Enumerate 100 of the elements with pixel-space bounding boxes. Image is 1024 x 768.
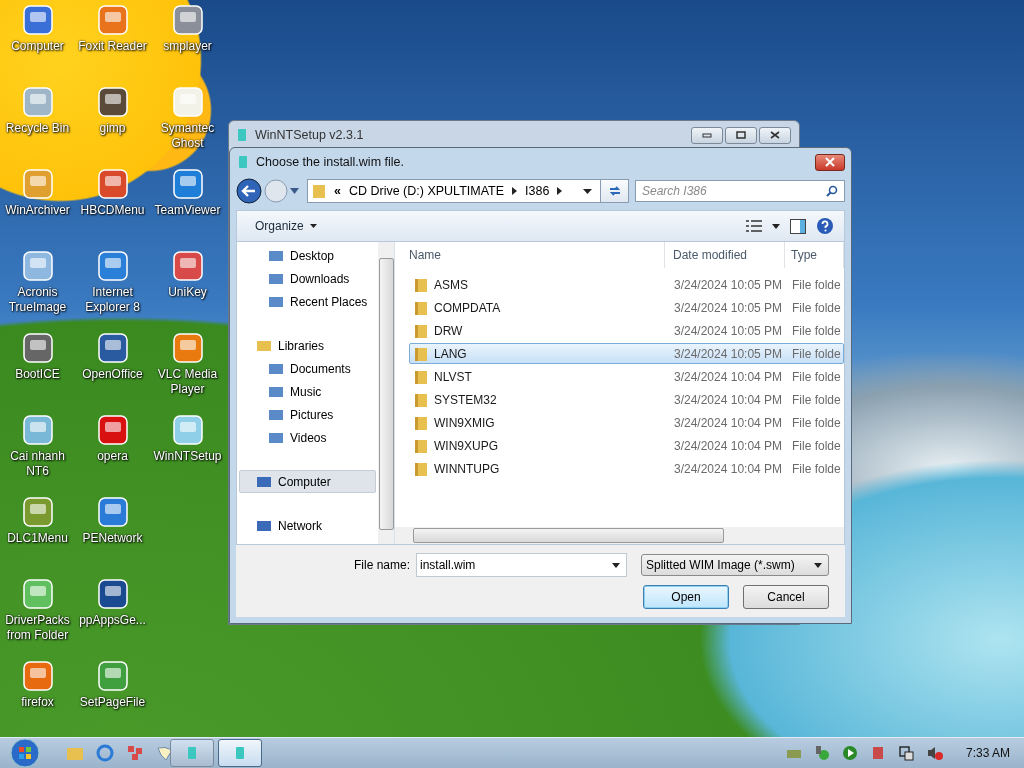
nav-item[interactable]: Pictures <box>239 403 376 426</box>
app-icon[interactable] <box>171 250 204 282</box>
refresh-button[interactable] <box>600 180 628 202</box>
file-row[interactable]: COMPDATA 3/24/2024 10:05 PM File folde <box>409 297 844 318</box>
file-row[interactable]: WIN9XUPG 3/24/2024 10:04 PM File folde <box>409 435 844 456</box>
maximize-button[interactable] <box>725 126 757 144</box>
file-row[interactable]: SYSTEM32 3/24/2024 10:04 PM File folde <box>409 389 844 410</box>
desktop-icon-label[interactable]: HBCDMenu <box>80 203 145 218</box>
app-icon[interactable] <box>171 414 204 446</box>
app-icon[interactable] <box>96 660 129 692</box>
app-icon[interactable] <box>96 578 129 610</box>
app-icon[interactable] <box>21 414 54 446</box>
nav-item[interactable]: Downloads <box>239 267 376 290</box>
speaker-muted-icon[interactable] <box>925 745 944 761</box>
desktop-icon-label[interactable]: WinNTSetup <box>153 449 222 464</box>
breadcrumb-arrow-icon[interactable] <box>557 187 563 195</box>
caret-icon <box>309 224 317 228</box>
taskbar-window-button[interactable] <box>218 739 262 767</box>
network-icon[interactable] <box>897 745 914 761</box>
horizontal-scrollbar[interactable] <box>395 527 844 544</box>
file-row[interactable]: DRW 3/24/2024 10:05 PM File folde <box>409 320 844 341</box>
desktop-icon-label[interactable]: DriverPacks from Folder <box>0 613 75 643</box>
help-icon[interactable] <box>816 217 834 235</box>
app-icon[interactable] <box>21 4 54 36</box>
clock[interactable]: 7:33 AM <box>965 746 1010 760</box>
app-icon[interactable] <box>21 250 54 282</box>
file-row[interactable]: WIN9XMIG 3/24/2024 10:04 PM File folde <box>409 412 844 433</box>
nav-item[interactable]: Libraries <box>239 334 376 357</box>
taskbar-window-button[interactable] <box>170 739 214 767</box>
minimize-icon <box>702 132 712 138</box>
app-icon[interactable] <box>21 578 54 610</box>
preview-pane-icon[interactable] <box>790 218 806 234</box>
folder-icon <box>414 299 428 316</box>
nav-item[interactable]: Videos <box>239 426 376 449</box>
play-icon[interactable] <box>841 745 858 761</box>
search-field[interactable]: Search I386 <box>635 180 845 202</box>
folder-icon <box>414 460 428 477</box>
folder-icon <box>312 183 326 199</box>
vertical-scrollbar[interactable] <box>378 242 394 544</box>
dropdown-caret-icon[interactable] <box>583 188 592 194</box>
app-icon[interactable] <box>21 496 54 528</box>
nav-item[interactable]: Documents <box>239 357 376 380</box>
column-header[interactable]: Type <box>785 242 844 268</box>
desktop-icon-label[interactable]: WinArchiver <box>5 203 70 218</box>
desktop-icon-label[interactable]: Acronis TrueImage <box>0 285 75 315</box>
dialog-button[interactable]: Open <box>643 585 729 609</box>
desktop-icon-label[interactable]: firefox <box>21 695 54 710</box>
app-icon[interactable] <box>21 660 54 692</box>
app-icon[interactable] <box>96 250 129 282</box>
desktop-icon-label[interactable]: UniKey <box>168 285 207 300</box>
desktop-icon-label[interactable]: BootICE <box>15 367 60 382</box>
column-header[interactable]: Name <box>409 242 665 268</box>
desktop-icon-label[interactable]: opera <box>97 449 128 464</box>
nav-item[interactable]: Network <box>239 514 376 537</box>
desktop-icon-label[interactable]: DLC1Menu <box>7 531 68 546</box>
desktop-icon-label[interactable]: PENetwork <box>82 531 143 546</box>
dropdown-caret-icon[interactable] <box>772 223 780 229</box>
breadcrumb-item[interactable]: CD Drive (D:) XPULTIMATE <box>348 184 505 198</box>
app-icon[interactable] <box>96 168 129 200</box>
file-row[interactable]: WINNTUPG 3/24/2024 10:04 PM File folde <box>409 458 844 479</box>
view-list-icon[interactable] <box>746 220 762 232</box>
address-bar[interactable]: « CD Drive (D:) XPULTIMATE I386 <box>307 179 629 203</box>
dialog-button[interactable]: Cancel <box>743 585 829 609</box>
browser-icon[interactable] <box>96 744 114 762</box>
app-icon[interactable] <box>171 4 204 36</box>
app-icon[interactable] <box>96 496 129 528</box>
nav-item[interactable]: Desktop <box>239 244 376 267</box>
desktop-icon-label[interactable]: Internet Explorer 8 <box>75 285 150 315</box>
minimize-button[interactable] <box>691 126 723 144</box>
app-icon[interactable] <box>21 332 54 364</box>
start-button[interactable] <box>8 738 42 768</box>
file-name-field[interactable]: install.wim <box>416 553 627 577</box>
app-icon[interactable] <box>96 332 129 364</box>
desktop-icon-label[interactable]: Cai nhanh NT6 <box>0 449 75 479</box>
date-cell-text: 3/24/2024 10:04 PM <box>673 461 784 476</box>
nav-item[interactable]: Music <box>239 380 376 403</box>
nav-item[interactable]: Recent Places <box>239 290 376 313</box>
desktop-icon-label[interactable]: TeamViewer <box>154 203 221 218</box>
file-type-dropdown[interactable]: Splitted WIM Image (*.swm) <box>641 554 829 576</box>
app-icon[interactable] <box>171 332 204 364</box>
app-icon[interactable] <box>21 168 54 200</box>
file-row[interactable]: NLVST 3/24/2024 10:04 PM File folde <box>409 366 844 387</box>
desktop-icon-label[interactable]: VLC Media Player <box>150 367 225 397</box>
desktop-icon-label[interactable]: OpenOffice <box>82 367 143 382</box>
desktop-icon-label[interactable]: ppAppsGe... <box>79 613 146 628</box>
close-button[interactable] <box>815 153 845 171</box>
breadcrumb-item[interactable]: I386 <box>525 184 550 198</box>
app-icon[interactable] <box>96 86 129 118</box>
organize-button[interactable]: Organize <box>251 217 321 235</box>
column-header[interactable]: Date modified <box>665 242 785 268</box>
breadcrumb-arrow-icon[interactable] <box>512 187 518 195</box>
file-row[interactable]: ASMS 3/24/2024 10:05 PM File folde <box>409 274 844 295</box>
tray-check-icon[interactable] <box>813 745 830 761</box>
breadcrumb-item[interactable]: « <box>334 184 341 198</box>
desktop-icon-label[interactable]: SetPageFile <box>79 695 146 710</box>
app-icon[interactable] <box>96 414 129 446</box>
file-row[interactable]: LANG 3/24/2024 10:05 PM File folde <box>409 343 844 364</box>
app-icon[interactable] <box>171 168 204 200</box>
nav-item[interactable]: Computer <box>239 470 376 493</box>
close-button[interactable] <box>759 126 791 144</box>
